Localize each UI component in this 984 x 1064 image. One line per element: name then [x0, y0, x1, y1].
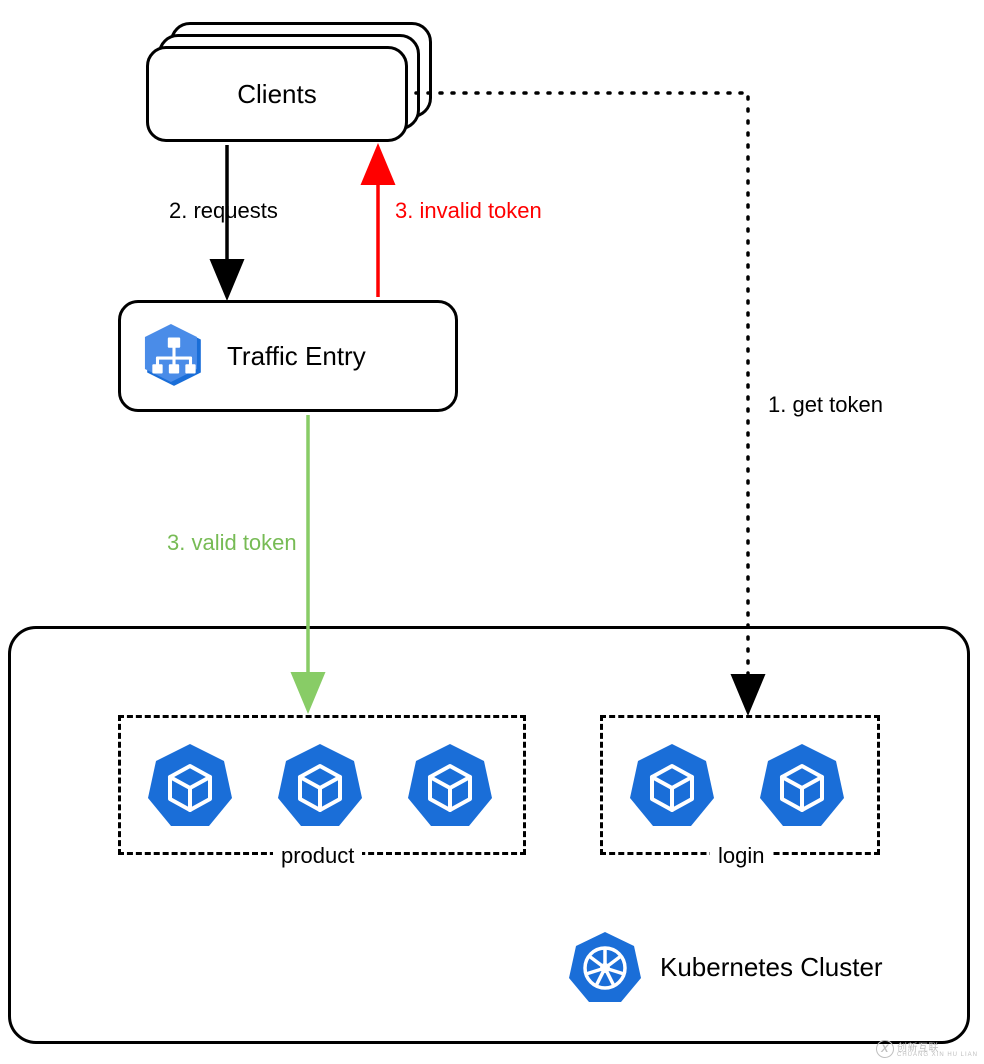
cluster-label: Kubernetes Cluster — [660, 952, 883, 983]
load-balancer-icon — [141, 323, 207, 389]
edge-label-invalid-token: 3. invalid token — [395, 198, 542, 224]
clients-label: Clients — [237, 79, 316, 110]
edge-label-requests: 2. requests — [169, 198, 278, 224]
watermark: 创新互联 CHUANG XIN HU LIAN — [876, 1039, 978, 1058]
architecture-diagram: Clients Traffic Entry product login — [0, 0, 984, 1064]
product-group — [118, 715, 526, 855]
clients-node: Clients — [146, 46, 408, 142]
edge-label-valid-token: 3. valid token — [167, 530, 297, 556]
edge-get-token — [416, 93, 748, 709]
login-group-label: login — [710, 843, 772, 869]
traffic-entry-label: Traffic Entry — [227, 341, 366, 372]
watermark-sub: CHUANG XIN HU LIAN — [897, 1052, 978, 1058]
product-group-label: product — [273, 843, 362, 869]
edge-label-get-token: 1. get token — [768, 392, 883, 418]
watermark-logo-icon — [876, 1040, 894, 1058]
login-group — [600, 715, 880, 855]
traffic-entry-node: Traffic Entry — [118, 300, 458, 412]
